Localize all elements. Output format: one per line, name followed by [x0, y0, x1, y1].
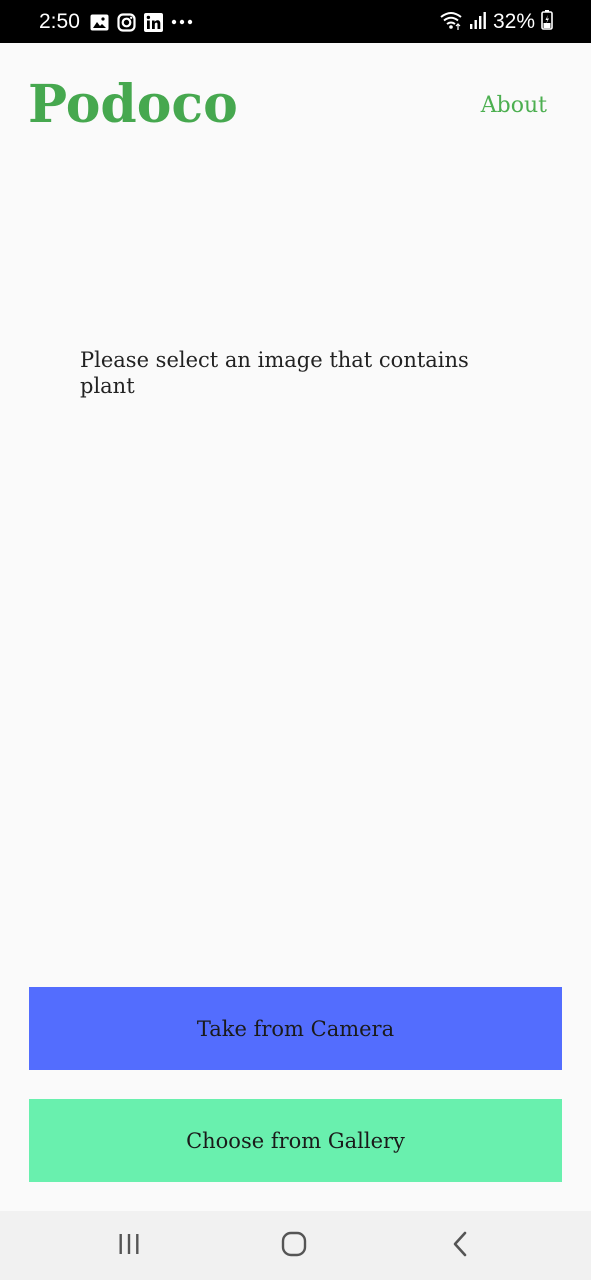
take-from-camera-label: Take from Camera — [196, 1016, 395, 1041]
linkedin-icon — [144, 12, 163, 32]
system-status: 32% — [439, 9, 553, 35]
select-image-prompt: Please select an image that contains pla… — [80, 348, 469, 398]
navigation-bar — [0, 1211, 591, 1280]
battery-percentage: 32% — [492, 10, 535, 33]
status-bar: 2:50 32% — [0, 0, 591, 43]
back-button[interactable] — [420, 1211, 500, 1280]
wifi-icon — [439, 10, 463, 35]
battery-icon — [541, 9, 553, 35]
app-title: Podoco — [28, 74, 238, 135]
notification-icons — [90, 11, 193, 33]
choose-from-gallery-label: Choose from Gallery — [186, 1128, 405, 1153]
gallery-icon — [90, 14, 109, 31]
choose-from-gallery-button[interactable]: Choose from Gallery — [29, 1099, 562, 1182]
status-time: 2:50 — [39, 10, 80, 33]
back-icon — [452, 1231, 468, 1261]
home-button[interactable] — [254, 1211, 334, 1280]
more-dots-icon — [171, 19, 193, 25]
home-icon — [281, 1231, 307, 1261]
instagram-icon — [117, 12, 136, 32]
take-from-camera-button[interactable]: Take from Camera — [29, 987, 562, 1070]
recents-button[interactable] — [89, 1211, 169, 1280]
signal-icon — [469, 11, 487, 34]
recents-icon — [118, 1233, 140, 1259]
about-link[interactable]: About — [481, 91, 547, 121]
